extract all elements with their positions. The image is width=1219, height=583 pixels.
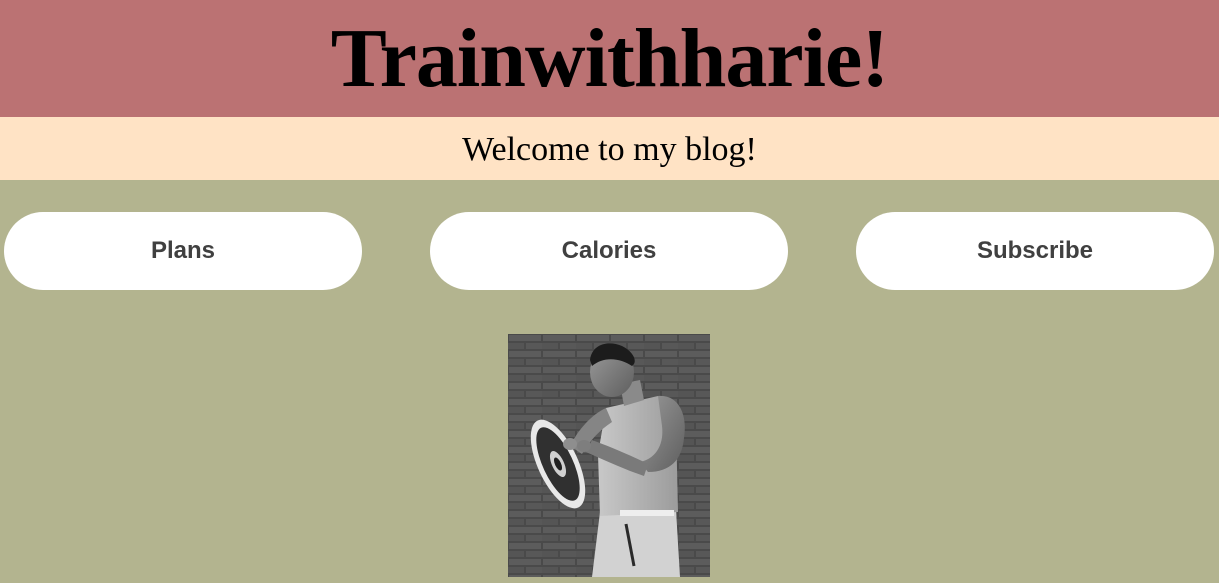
- site-title: Trainwithharie!: [330, 11, 889, 105]
- welcome-banner: Welcome to my blog!: [0, 117, 1219, 180]
- plans-button[interactable]: Plans: [4, 212, 362, 290]
- subscribe-button[interactable]: Subscribe: [856, 212, 1214, 290]
- welcome-text: Welcome to my blog!: [462, 130, 757, 168]
- fitness-photo-illustration: [508, 334, 710, 577]
- calories-button[interactable]: Calories: [430, 212, 788, 290]
- hero-photo: [508, 334, 710, 577]
- site-header: Trainwithharie!: [0, 0, 1219, 117]
